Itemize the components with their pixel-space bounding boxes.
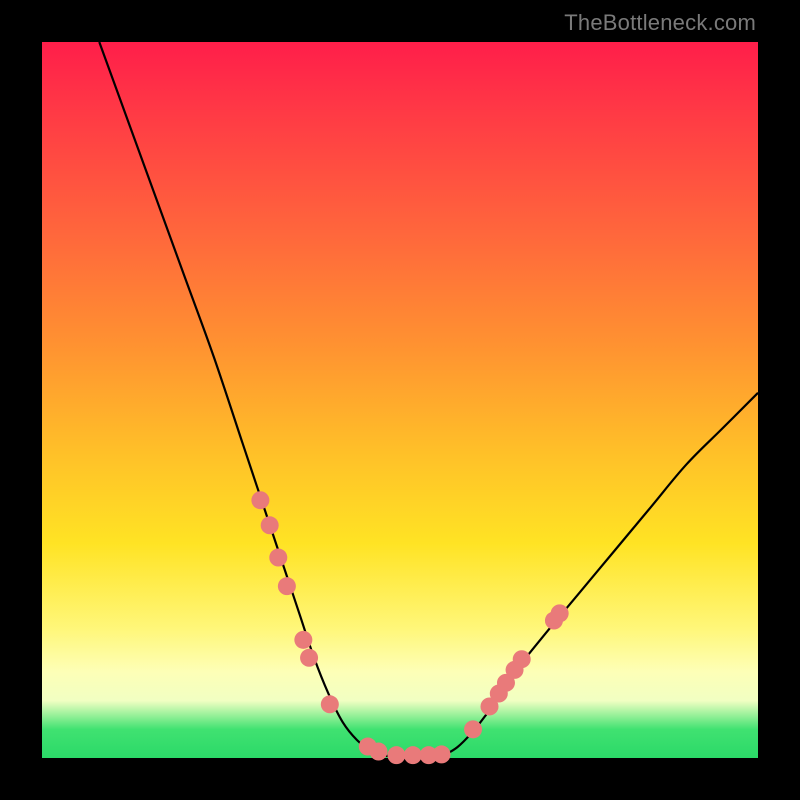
data-marker — [551, 604, 569, 622]
plot-area — [42, 42, 758, 758]
data-marker — [294, 631, 312, 649]
curve-svg — [42, 42, 758, 758]
data-marker — [300, 649, 318, 667]
curve-left-branch — [99, 42, 385, 756]
marker-group — [251, 491, 568, 764]
data-marker — [387, 746, 405, 764]
data-marker — [278, 577, 296, 595]
data-marker — [321, 695, 339, 713]
data-marker — [370, 743, 388, 761]
data-marker — [433, 745, 451, 763]
data-marker — [513, 650, 531, 668]
chart-container: TheBottleneck.com — [0, 0, 800, 800]
data-marker — [261, 516, 279, 534]
data-marker — [464, 720, 482, 738]
data-marker — [269, 549, 287, 567]
data-marker — [251, 491, 269, 509]
data-marker — [404, 746, 422, 764]
watermark-text: TheBottleneck.com — [564, 10, 756, 36]
